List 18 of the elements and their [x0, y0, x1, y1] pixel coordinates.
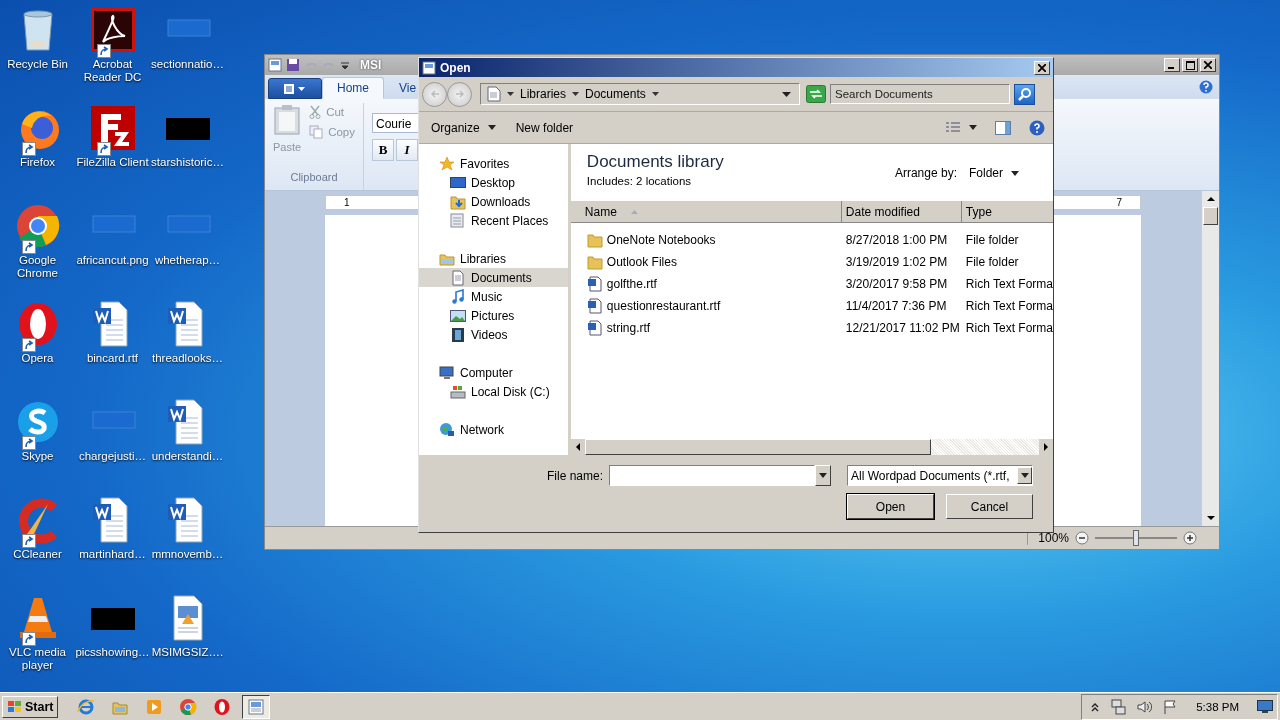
type-cell-text: File folder: [964, 255, 1020, 269]
type-cell-text: Rich Text Forma: [964, 299, 1053, 313]
arrange-label: Arrange by:: [894, 166, 957, 180]
date-cell-text: 8/27/2018 1:00 PM: [844, 233, 949, 247]
date-cell-text: 3/20/2017 9:58 PM: [844, 277, 949, 291]
date-cell-text: 11/4/2017 7:36 PM: [844, 299, 948, 313]
dialog-title: Open: [440, 60, 471, 75]
ruler-number: 7: [1116, 197, 1122, 208]
file-name-label: File name:: [546, 468, 603, 483]
type-cell-text: Rich Text Forma: [964, 277, 1053, 291]
library-title: Documents library: [586, 152, 725, 172]
group-label: Clipboard: [290, 171, 338, 183]
type-cell-text: Rich Text Forma: [964, 321, 1053, 335]
ruler-number: 1: [344, 197, 350, 208]
date-cell-text: 3/19/2019 1:02 PM: [844, 255, 949, 269]
date-cell-text: 12/21/2017 11:02 PM: [844, 321, 961, 335]
type-cell-text: File folder: [964, 233, 1020, 247]
window-title: MSI: [360, 58, 382, 72]
